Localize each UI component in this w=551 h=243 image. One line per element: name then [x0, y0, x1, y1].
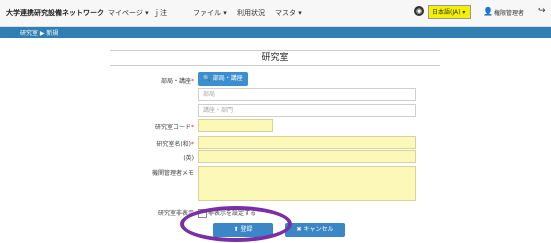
code-label-text: 研究室コード [154, 124, 191, 131]
top-navigation-bar: 大学連携研究設備ネットワーク マイページ ▾ ｊ注 ファイル ▾ 利用状況 マス… [0, 0, 551, 27]
menu-file[interactable]: ファイル ▾ [193, 8, 227, 18]
memo-textarea[interactable] [198, 166, 416, 201]
name-input[interactable] [198, 136, 416, 149]
required-mark: * [191, 78, 194, 85]
name-en-input[interactable] [198, 150, 416, 163]
memo-label: 機関管理者メモ [151, 170, 194, 177]
breadcrumb-item[interactable]: 研究室 ▶ 新規 [20, 28, 58, 37]
logout-icon[interactable]: ↪ [538, 6, 546, 16]
brand-title[interactable]: 大学連携研究設備ネットワーク [6, 8, 104, 18]
page-title: 研究室 [110, 50, 440, 66]
dept-search-label: 部局・講座 [212, 75, 243, 82]
dept-input[interactable]: 部局 [198, 88, 416, 101]
breadcrumb: 研究室 ▶ 新規 [0, 27, 551, 38]
menu-master[interactable]: マスタ ▾ [275, 8, 302, 18]
code-input[interactable] [198, 119, 273, 132]
code-label: 研究室コード* [130, 122, 194, 131]
cancel-label: キャンセル [303, 226, 334, 233]
globe-icon: ◉ [414, 6, 424, 16]
cancel-button[interactable]: ✖ キャンセル [285, 223, 345, 237]
language-select[interactable]: 日本語(JA) ▾ [428, 5, 471, 19]
name-label-text: 研究室名(和) [156, 141, 191, 148]
course-input[interactable]: 講座・部門 [198, 104, 416, 117]
dept-search-button[interactable]: 🔍 部局・講座 [198, 72, 248, 86]
menu-orders[interactable]: ｊ注 [153, 8, 167, 18]
annotation-circle [180, 206, 292, 242]
required-mark: * [191, 124, 194, 131]
close-icon: ✖ [296, 226, 302, 233]
menu-usage[interactable]: 利用状況 [237, 8, 265, 18]
name-label: 研究室名(和)* [130, 139, 194, 148]
name-en-label: (英) [183, 155, 194, 162]
dept-label: 部局・講座* [130, 76, 194, 85]
required-mark: * [191, 141, 194, 148]
dept-label-text: 部局・講座 [160, 78, 191, 85]
search-icon: 🔍 [203, 75, 211, 82]
user-menu[interactable]: 権限管理者 [494, 8, 524, 17]
user-icon: 👤 [483, 7, 493, 16]
menu-mypage[interactable]: マイページ ▾ [108, 8, 149, 18]
